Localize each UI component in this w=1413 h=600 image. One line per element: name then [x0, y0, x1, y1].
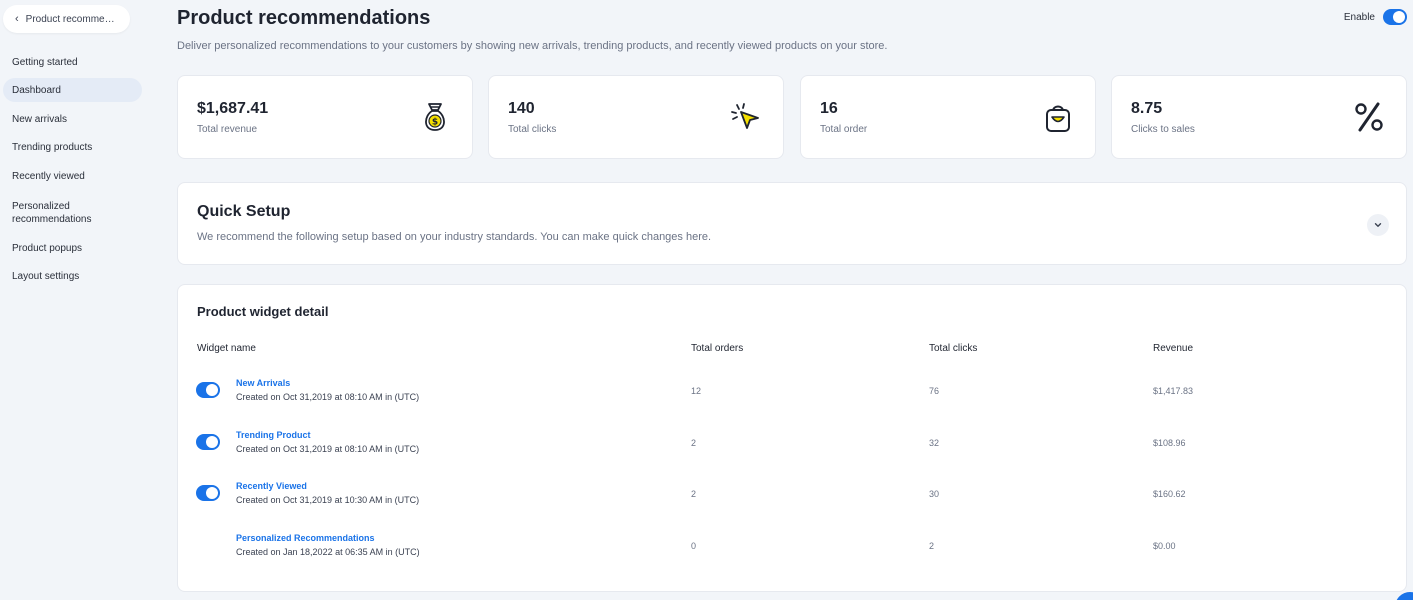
table-row: Personalized Recommendations Created on … — [178, 533, 1406, 573]
cell-revenue: $1,417.83 — [1153, 386, 1194, 396]
cell-total-orders: 12 — [691, 386, 702, 396]
sidebar-item-layout-settings[interactable]: Layout settings — [3, 270, 142, 283]
sidebar-item-personalized-recommendations[interactable]: Personalized recommendations — [3, 199, 113, 227]
cell-total-orders: 0 — [691, 541, 697, 551]
widget-detail-card: Product widget detail Widget name Total … — [177, 284, 1407, 592]
back-button[interactable]: ‹ Product recommen... — [3, 5, 130, 33]
sidebar-item-new-arrivals[interactable]: New arrivals — [3, 113, 142, 126]
sidebar-item-label: Layout settings — [12, 271, 80, 282]
widget-toggle-trending-product[interactable] — [196, 434, 220, 450]
column-header-total-clicks: Total clicks — [929, 343, 978, 354]
sidebar-item-label: Personalized recommendations — [12, 201, 92, 225]
sidebar-item-recently-viewed[interactable]: Recently viewed — [3, 170, 142, 183]
sidebar-item-label: Trending products — [12, 142, 93, 153]
table-row: New Arrivals Created on Oct 31,2019 at 0… — [178, 378, 1406, 418]
widget-created-date: Created on Jan 18,2022 at 06:35 AM in (U… — [236, 547, 420, 557]
widget-name-link[interactable]: New Arrivals — [236, 378, 290, 388]
sidebar-item-dashboard[interactable]: Dashboard — [3, 78, 142, 102]
cell-total-clicks: 2 — [929, 541, 935, 551]
cell-revenue: $0.00 — [1153, 541, 1176, 551]
stat-label: Total clicks — [508, 124, 557, 135]
column-header-total-orders: Total orders — [691, 343, 744, 354]
column-header-revenue: Revenue — [1153, 343, 1194, 354]
widget-created-date: Created on Oct 31,2019 at 10:30 AM in (U… — [236, 495, 420, 505]
stat-label: Total revenue — [197, 124, 258, 135]
enable-toggle[interactable] — [1383, 9, 1407, 25]
widget-detail-title: Product widget detail — [197, 304, 329, 319]
sidebar-item-label: Getting started — [12, 57, 78, 68]
quick-setup-description: We recommend the following setup based o… — [197, 231, 712, 243]
sidebar-item-label: New arrivals — [12, 114, 68, 125]
cell-total-orders: 2 — [691, 489, 697, 499]
sidebar-item-label: Recently viewed — [12, 171, 85, 182]
cell-total-clicks: 32 — [929, 438, 940, 448]
quick-setup-title: Quick Setup — [197, 203, 291, 220]
widget-name-link[interactable]: Recently Viewed — [236, 481, 307, 491]
widget-name-link[interactable]: Trending Product — [236, 430, 311, 440]
stat-value: 16 — [820, 100, 838, 117]
enable-control: Enable — [1344, 9, 1407, 25]
cell-total-clicks: 76 — [929, 386, 940, 396]
stat-card-clicks-to-sales: 8.75 Clicks to sales — [1111, 75, 1407, 159]
cell-revenue: $160.62 — [1153, 489, 1186, 499]
help-chat-button[interactable] — [1395, 592, 1413, 600]
percent-icon — [1355, 102, 1383, 132]
widget-name-link[interactable]: Personalized Recommendations — [236, 533, 375, 543]
page-title: Product recommendations — [177, 7, 431, 29]
stat-label: Total order — [820, 124, 868, 135]
widget-created-date: Created on Oct 31,2019 at 08:10 AM in (U… — [236, 392, 420, 402]
widget-toggle-new-arrivals[interactable] — [196, 382, 220, 398]
quick-setup-card: Quick Setup We recommend the following s… — [177, 182, 1407, 265]
quick-setup-expand-button[interactable] — [1367, 214, 1389, 236]
cell-total-clicks: 30 — [929, 489, 940, 499]
table-row: Recently Viewed Created on Oct 31,2019 a… — [178, 481, 1406, 521]
stat-card-total-order: 16 Total order — [800, 75, 1096, 159]
sidebar-item-product-popups[interactable]: Product popups — [3, 242, 142, 255]
stat-value: $1,687.41 — [197, 100, 269, 117]
svg-text:$: $ — [432, 118, 438, 128]
widget-created-date: Created on Oct 31,2019 at 08:10 AM in (U… — [236, 444, 420, 454]
cell-total-orders: 2 — [691, 438, 697, 448]
sidebar-item-label: Dashboard — [12, 84, 61, 96]
money-bag-icon: $ — [425, 103, 445, 131]
back-button-label: Product recommen... — [25, 13, 118, 25]
stat-value: 8.75 — [1131, 100, 1163, 117]
sidebar: ‹ Product recommen... Getting started Da… — [0, 0, 150, 600]
click-cursor-icon — [731, 103, 759, 129]
shopping-bag-icon — [1046, 105, 1070, 132]
stat-card-total-revenue: $1,687.41 Total revenue $ — [177, 75, 473, 159]
chevron-down-icon — [1374, 223, 1382, 227]
stat-label: Clicks to sales — [1131, 124, 1195, 135]
stat-card-total-clicks: 140 Total clicks — [488, 75, 784, 159]
enable-label: Enable — [1343, 11, 1375, 23]
stat-value: 140 — [508, 100, 535, 117]
widget-toggle-recently-viewed[interactable] — [196, 485, 220, 501]
sidebar-item-getting-started[interactable]: Getting started — [3, 56, 142, 69]
sidebar-item-trending-products[interactable]: Trending products — [3, 141, 142, 154]
cell-revenue: $108.96 — [1153, 438, 1186, 448]
chevron-left-icon: ‹ — [15, 13, 19, 25]
table-row: Trending Product Created on Oct 31,2019 … — [178, 430, 1406, 470]
page-subtitle: Deliver personalized recommendations to … — [177, 40, 888, 52]
column-header-widget-name: Widget name — [197, 343, 256, 354]
sidebar-item-label: Product popups — [12, 243, 83, 254]
